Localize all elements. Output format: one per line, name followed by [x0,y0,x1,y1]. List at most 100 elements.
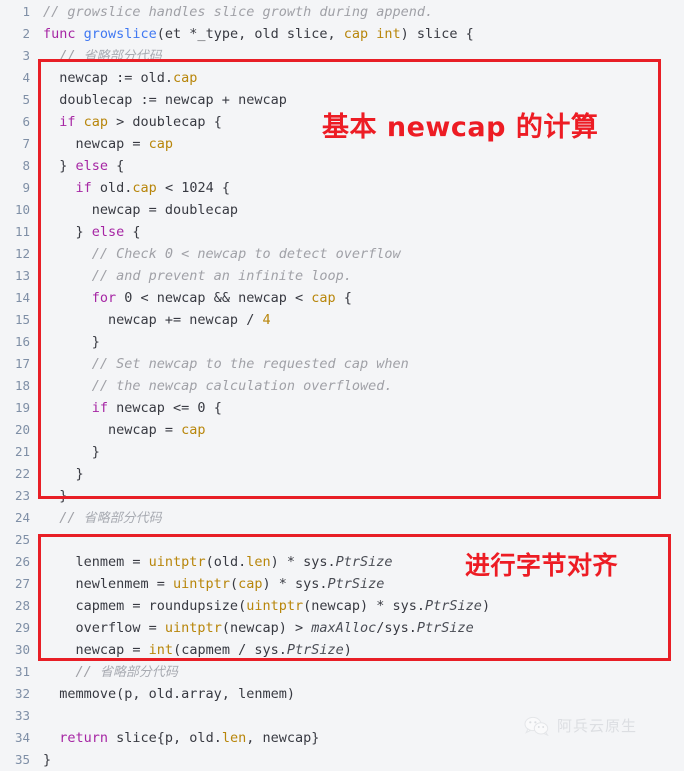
code-line[interactable]: 9 if old.cap < 1024 { [0,177,684,199]
code-token: } [43,334,100,350]
code-line[interactable]: 24 // 省略部分代码 [0,507,684,529]
code-line-content: func growslice(et *_type, old slice, cap… [30,23,474,45]
code-line[interactable]: 14 for 0 < newcap && newcap < cap { [0,287,684,309]
line-number: 34 [14,730,30,745]
code-line[interactable]: 19 if newcap <= 0 { [0,397,684,419]
code-token: for [43,290,117,306]
code-line[interactable]: 32 memmove(p, old.array, lenmem) [0,683,684,705]
code-line-content: // the newcap calculation overflowed. [30,375,393,397]
code-line[interactable]: 10 newcap = doublecap [0,199,684,221]
code-line-content: } else { [30,221,141,243]
code-line[interactable]: 17 // Set newcap to the requested cap wh… [0,353,684,375]
line-number: 24 [14,510,30,525]
code-token: // [43,48,84,64]
line-number: 31 [14,664,30,679]
code-line-content: } [30,749,51,771]
code-token: int [148,642,174,658]
code-line-content: capmem = roundupsize(uintptr(newcap) * s… [30,595,491,617]
line-number: 16 [14,334,30,349]
line-number: 5 [22,92,30,107]
code-token: newcap <= 0 { [108,400,222,416]
code-token: } [43,224,92,240]
line-number: 26 [14,554,30,569]
code-token: } [43,752,52,768]
code-line-content: } [30,485,67,507]
code-line[interactable]: 18 // the newcap calculation overflowed. [0,375,684,397]
code-token: ) [481,598,491,614]
code-line-content: newcap = doublecap [30,199,238,221]
code-line[interactable]: 8 } else { [0,155,684,177]
line-number: 7 [22,136,30,151]
code-line[interactable]: 28 capmem = roundupsize(uintptr(newcap) … [0,595,684,617]
code-token: if [43,400,109,416]
line-number: 32 [14,686,30,701]
code-line-content: // 省略部分代码 [30,507,161,529]
code-line[interactable]: 12 // Check 0 < newcap to detect overflo… [0,243,684,265]
code-token: newcap += newcap / [43,312,263,328]
code-line[interactable]: 16 } [0,331,684,353]
code-line-content: } [30,331,100,353]
code-line[interactable]: 3 // 省略部分代码 [0,45,684,67]
code-token: cap int [343,26,401,42]
code-line[interactable]: 11 } else { [0,221,684,243]
code-line-content: for 0 < newcap && newcap < cap { [30,287,352,309]
line-number: 22 [14,466,30,481]
line-number: 20 [14,422,30,437]
code-line[interactable]: 20 newcap = cap [0,419,684,441]
code-token: else [91,224,125,240]
line-number: 4 [22,70,30,85]
code-token: uintptr [173,576,230,592]
code-token: growslice [83,26,157,42]
code-line-content: newcap += newcap / 4 [30,309,271,331]
code-token: > doublecap { [108,114,222,130]
code-line-content: memmove(p, old.array, lenmem) [30,683,295,705]
code-line-content: if cap > doublecap { [30,111,222,133]
line-number: 23 [14,488,30,503]
line-number: 29 [14,620,30,635]
code-line[interactable]: 35} [0,749,684,771]
code-token: if [43,180,92,196]
code-line[interactable]: 13 // and prevent an infinite loop. [0,265,684,287]
code-token: ) * sys. [262,576,328,592]
code-token: lenmem = [43,554,149,570]
line-number: 12 [14,246,30,261]
code-line[interactable]: 23 } [0,485,684,507]
code-token: ) * sys. [270,554,336,570]
code-line-content: overflow = uintptr(newcap) > maxAlloc/sy… [30,617,474,639]
line-number: 30 [14,642,30,657]
code-token: cap [83,114,109,130]
code-line[interactable]: 34 return slice{p, old.len, newcap} [0,727,684,749]
line-number: 33 [14,708,30,723]
code-line-content: // growslice handles slice growth during… [30,1,433,23]
code-token: cap [311,290,336,306]
code-line[interactable]: 30 newcap = int(capmem / sys.PtrSize) [0,639,684,661]
code-line[interactable]: 31 // 省略部分代码 [0,661,684,683]
code-line[interactable]: 21 } [0,441,684,463]
code-line-content [30,705,43,727]
code-line[interactable]: 15 newcap += newcap / 4 [0,309,684,331]
code-token: } [43,158,76,174]
code-line[interactable]: 1 // growslice handles slice growth durin… [0,1,684,23]
code-line-content: // Set newcap to the requested cap when [30,353,409,375]
line-number: 25 [14,532,30,547]
code-token: cap [181,422,206,438]
line-number: 35 [14,752,30,767]
code-line[interactable]: 29 overflow = uintptr(newcap) > maxAlloc… [0,617,684,639]
code-line-content: newcap = cap [30,133,174,155]
code-line[interactable]: 4 newcap := old.cap [0,67,684,89]
code-line-content: // and prevent an infinite loop. [30,265,352,287]
code-token: uintptr [246,598,304,614]
line-number: 15 [14,312,30,327]
code-screenshot: 1 // growslice handles slice growth durin… [0,0,684,769]
code-token: capmem = roundupsize( [43,598,247,614]
annotation-label-newcap-calculation: 基本 newcap 的计算 [322,112,599,143]
code-token: (capmem / sys. [173,642,287,658]
code-token: { [108,158,125,174]
code-token: } [43,466,84,482]
code-line[interactable]: 2 func growslice(et *_type, old slice, ca… [0,23,684,45]
code-line-content: doublecap := newcap + newcap [30,89,287,111]
code-line[interactable]: 22 } [0,463,684,485]
code-line[interactable]: 33 [0,705,684,727]
code-token: // and prevent an infinite loop. [43,268,352,284]
code-token: cap [238,576,263,592]
